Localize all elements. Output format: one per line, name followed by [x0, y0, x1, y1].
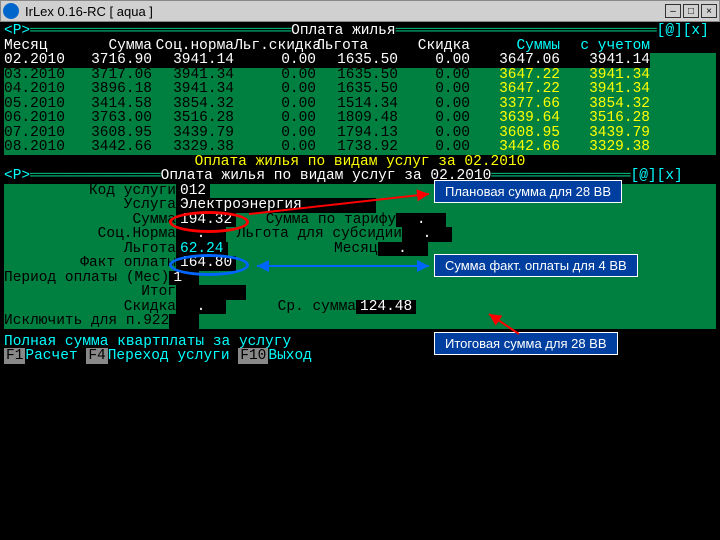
app-icon	[3, 3, 19, 19]
close-button[interactable]: ×	[701, 4, 717, 18]
panel1-frame-top: <P>══════════════════════════════Оплата …	[4, 24, 716, 39]
hdr-discount: Льг.скидка	[234, 39, 316, 54]
callout-plan: Плановая сумма для 28 ВВ	[434, 180, 622, 203]
callout-fact: Сумма факт. оплаты для 4 ВВ	[434, 254, 638, 277]
hdr-month: Месяц	[4, 39, 70, 54]
val-code[interactable]: 012	[176, 184, 210, 199]
lbl-avg: Ср. сумма	[226, 300, 356, 315]
lbl-excl: Исключить для п.922	[4, 314, 169, 329]
val-subs[interactable]: .	[402, 227, 452, 242]
fkey-f1-label: Расчет	[25, 348, 77, 364]
val-total[interactable]	[176, 285, 246, 300]
hdr-sum: Сумма	[70, 39, 152, 54]
lbl-subs: Льгота для субсидии	[226, 227, 402, 242]
cell-skidka: 0.00	[398, 53, 470, 68]
maximize-button[interactable]: □	[683, 4, 699, 18]
terminal: <P>══════════════════════════════Оплата …	[0, 22, 720, 366]
val-discount[interactable]: .	[176, 300, 226, 315]
cell-disc: 0.00	[234, 53, 316, 68]
window-title: IrLex 0.16-RC [ aqua ]	[25, 4, 663, 19]
lbl-discount: Скидка	[4, 300, 176, 315]
fkey-f10[interactable]: F10	[238, 348, 268, 364]
hdr-benefit: Льгота	[316, 39, 398, 54]
cell-month: 02.2010	[4, 53, 70, 68]
cell-total: 3647.06	[470, 53, 560, 68]
cell-norm: 3941.14	[152, 53, 234, 68]
fkey-f4[interactable]: F4	[86, 348, 107, 364]
cell-acc: 3941.14	[560, 53, 650, 68]
table-row[interactable]: 02.2010 3716.90 3941.14 0.00 1635.50 0.0…	[4, 53, 716, 68]
section-title: Оплата жилья по видам услуг за 02.2010	[4, 155, 716, 170]
panel2-controls[interactable]: [@][x]	[631, 169, 683, 184]
val-avg[interactable]: 124.48	[356, 300, 416, 315]
titlebar: IrLex 0.16-RC [ aqua ] – □ ×	[0, 0, 720, 22]
lbl-total: Итог	[4, 285, 176, 300]
annotation-circle-fact	[169, 254, 249, 276]
minimize-button[interactable]: –	[665, 4, 681, 18]
panel1-prefix: <P>	[4, 24, 30, 39]
hdr-totals: Суммы	[470, 39, 560, 54]
lbl-benefit: Льгота	[4, 242, 176, 257]
lbl-norm: Соц.Норма	[4, 227, 176, 242]
lbl-service: Услуга	[4, 198, 176, 213]
table-row[interactable]: 04.20103896.183941.340.001635.500.003647…	[4, 82, 716, 97]
annotation-circle-plan	[169, 211, 249, 233]
hdr-skidka: Скидка	[398, 39, 470, 54]
lbl-month: Месяц	[228, 242, 378, 257]
lbl-code: Код услуги	[4, 184, 176, 199]
table-row[interactable]: 05.20103414.583854.320.001514.340.003377…	[4, 97, 716, 112]
fkey-f10-label: Выход	[268, 348, 312, 364]
cell-sum: 3716.90	[70, 53, 152, 68]
table-row[interactable]: 03.20103717.063941.340.001635.500.003647…	[4, 68, 716, 83]
table-row[interactable]: 06.20103763.003516.280.001809.480.003639…	[4, 111, 716, 126]
val-month[interactable]: .	[378, 242, 428, 257]
panel1-controls[interactable]: [@][x]	[657, 24, 709, 39]
lbl-sum: Сумма	[4, 213, 176, 228]
hdr-account: с учетом	[560, 39, 650, 54]
val-excl[interactable]	[169, 314, 199, 329]
fkey-f4-label: Переход услуги	[108, 348, 230, 364]
detail-panel: Код услуги 012 Услуга Электроэнергия Сум…	[4, 184, 716, 329]
lbl-fact: Факт оплаты	[4, 256, 176, 271]
fkey-f1[interactable]: F1	[4, 348, 25, 364]
cell-benefit: 1635.50	[316, 53, 398, 68]
table-row[interactable]: 07.20103608.953439.790.001794.130.003608…	[4, 126, 716, 141]
table-row[interactable]: 08.20103442.663329.380.001738.920.003442…	[4, 140, 716, 155]
payments-table: 02.2010 3716.90 3941.14 0.00 1635.50 0.0…	[4, 53, 716, 155]
panel2-prefix: <P>	[4, 169, 30, 184]
hdr-norm: Соц.норма	[152, 39, 234, 54]
lbl-period: Период оплаты (Мес)	[4, 271, 169, 286]
callout-total: Итоговая сумма для 28 ВВ	[434, 332, 618, 355]
lbl-tariff: Сумма по тарифу	[236, 213, 396, 228]
panel1-title: Оплата жилья	[291, 24, 395, 39]
table-header-row: Месяц Сумма Соц.норма Льг.скидка Льгота …	[4, 39, 716, 54]
val-tariff[interactable]: .	[396, 213, 446, 228]
